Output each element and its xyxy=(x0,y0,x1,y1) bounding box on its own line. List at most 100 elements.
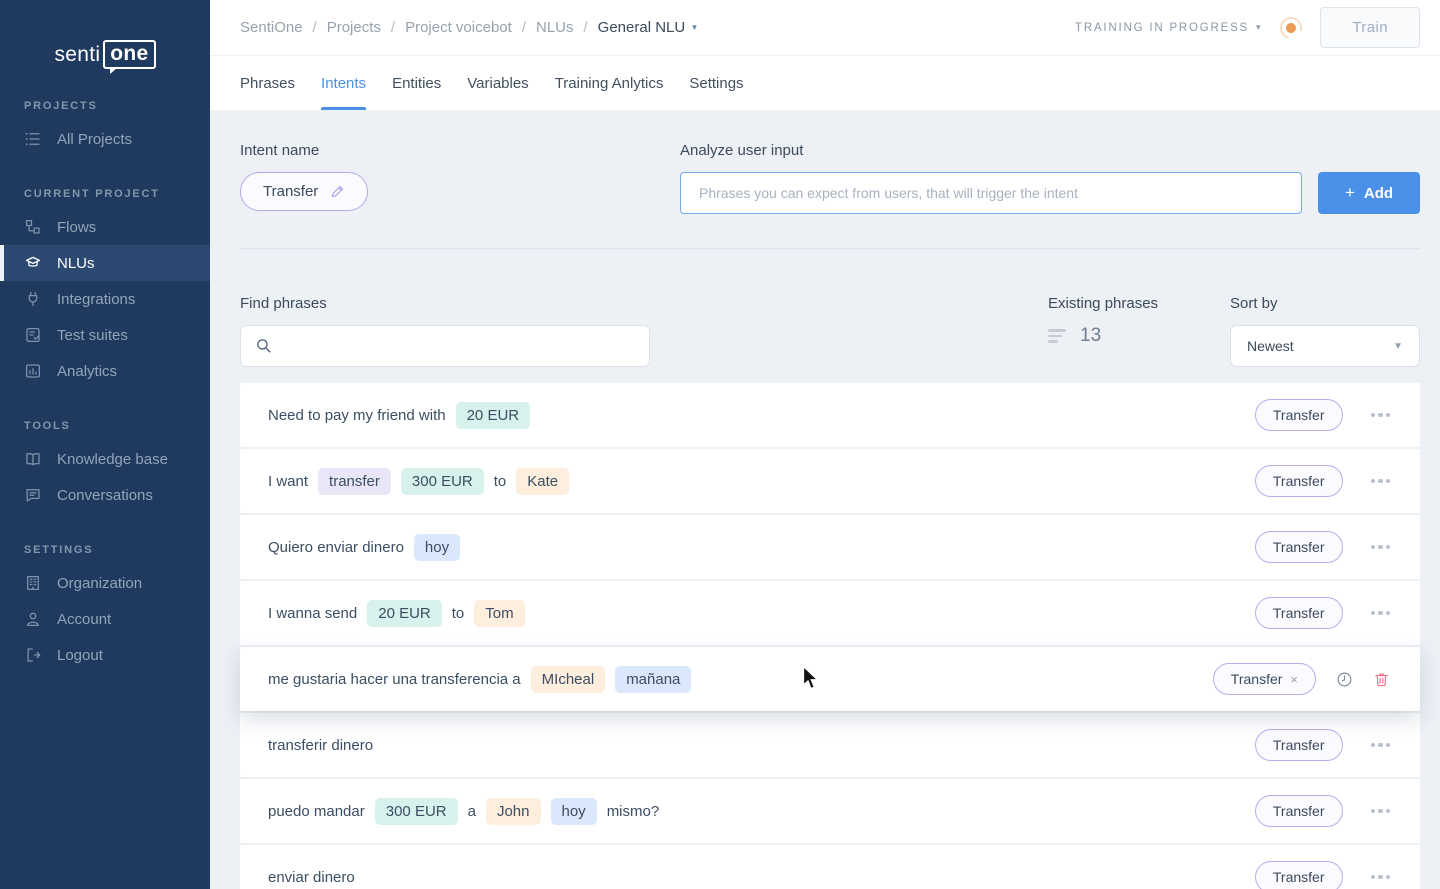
phrase-intent-tag[interactable]: Transfer xyxy=(1255,729,1343,761)
intent-name-pill[interactable]: Transfer xyxy=(240,172,368,211)
tab-entities[interactable]: Entities xyxy=(392,56,441,110)
sidebar-item-label: Analytics xyxy=(57,363,117,380)
phrase-segment: Need to pay my friend with xyxy=(268,407,446,424)
search-input[interactable] xyxy=(240,325,650,367)
pencil-icon[interactable] xyxy=(330,184,345,199)
section-divider xyxy=(240,248,1420,249)
phrase-row-actions: Transfer xyxy=(1255,729,1390,761)
find-phrases-block: Find phrases xyxy=(240,295,650,367)
breadcrumb-item[interactable]: Projects xyxy=(327,19,381,36)
chevron-down-icon: ▾ xyxy=(1256,22,1262,33)
phrase-intent-label: Transfer xyxy=(1273,473,1325,489)
list-icon xyxy=(24,130,42,148)
sidebar-item-flows[interactable]: Flows xyxy=(0,209,210,245)
phrase-segment: to xyxy=(452,605,465,622)
phrase-list: Need to pay my friend with 20 EUR Transfer… xyxy=(240,383,1420,889)
row-menu-dots-icon[interactable] xyxy=(1371,607,1391,620)
row-menu-dots-icon[interactable] xyxy=(1371,805,1391,818)
tab-training-anlytics[interactable]: Training Anlytics xyxy=(555,56,664,110)
breadcrumb-current-nlu-dropdown[interactable]: General NLU▾ xyxy=(598,19,697,36)
sort-by-block: Sort by Newest ▼ xyxy=(1230,295,1420,367)
analyze-input[interactable] xyxy=(680,172,1302,214)
existing-phrases-label: Existing phrases xyxy=(1048,295,1230,312)
add-phrase-button[interactable]: + Add xyxy=(1318,172,1420,214)
phrase-row: transferir dinero Transfer xyxy=(240,713,1420,777)
phrase-intent-tag[interactable]: Transfer xyxy=(1255,597,1343,629)
tab-settings[interactable]: Settings xyxy=(689,56,743,110)
phrase-row: Quiero enviar dinerohoyTransfer xyxy=(240,515,1420,579)
breadcrumb-separator: / xyxy=(584,19,588,36)
sidebar-item-logout[interactable]: Logout xyxy=(0,637,210,673)
training-status-dropdown[interactable]: TRAINING IN PROGRESS ▾ xyxy=(1075,22,1262,34)
tab-variables[interactable]: Variables xyxy=(467,56,528,110)
phrase-segment: transferir dinero xyxy=(268,737,373,754)
phrase-tag-action[interactable]: transfer xyxy=(318,468,391,495)
nav-section-label: CURRENT PROJECT xyxy=(24,188,210,200)
phrase-intent-tag[interactable]: Transfer xyxy=(1255,465,1343,497)
breadcrumb-item[interactable]: SentiOne xyxy=(240,19,303,36)
sidebar-item-label: Knowledge base xyxy=(57,451,168,468)
sidebar-item-organization[interactable]: Organization xyxy=(0,565,210,601)
row-menu-dots-icon[interactable] xyxy=(1371,475,1391,488)
sidebar-item-analytics[interactable]: Analytics xyxy=(0,353,210,389)
phrase-intent-label: Transfer xyxy=(1273,539,1325,555)
phrase-intent-tag[interactable]: Transfer xyxy=(1255,399,1343,431)
intent-form-row: Intent name Transfer Analyze user input … xyxy=(240,142,1420,214)
phrase-text: Need to pay my friend with 20 EUR xyxy=(268,402,530,429)
phrase-tag-amount[interactable]: 20 EUR xyxy=(456,402,531,429)
phrase-tag-person[interactable]: Tom xyxy=(474,600,524,627)
sidebar-item-knowledge-base[interactable]: Knowledge base xyxy=(0,441,210,477)
phrase-tag-date[interactable]: hoy xyxy=(414,534,460,561)
nav-section-label: SETTINGS xyxy=(24,544,210,556)
sidebar-item-all-projects[interactable]: All Projects xyxy=(0,121,210,157)
breadcrumb-item[interactable]: NLUs xyxy=(536,19,574,36)
history-clock-icon[interactable] xyxy=(1336,671,1353,688)
phrase-list-icon xyxy=(1048,329,1066,343)
breadcrumb: SentiOne/Projects/Project voicebot/NLUs/… xyxy=(240,19,697,36)
intent-name-block: Intent name Transfer xyxy=(240,142,680,214)
phrase-tag-amount[interactable]: 300 EUR xyxy=(375,798,458,825)
phrase-intent-tag[interactable]: Transfer xyxy=(1255,861,1343,889)
sidebar-item-label: Organization xyxy=(57,575,142,592)
phrase-intent-tag[interactable]: Transfer xyxy=(1255,531,1343,563)
tabs-bar: Phrases Intents Entities Variables Training … xyxy=(210,56,1440,110)
remove-intent-icon[interactable]: × xyxy=(1290,672,1298,687)
phrase-intent-tag[interactable]: Transfer × xyxy=(1213,663,1316,695)
delete-trash-icon[interactable] xyxy=(1373,671,1390,688)
phrase-intent-label: Transfer xyxy=(1273,737,1325,753)
phrase-intent-tag[interactable]: Transfer xyxy=(1255,795,1343,827)
phrase-tag-date[interactable]: mañana xyxy=(615,666,691,693)
phrase-tag-person[interactable]: John xyxy=(486,798,541,825)
phrase-segment: I wanna send xyxy=(268,605,357,622)
phrase-tag-amount[interactable]: 20 EUR xyxy=(367,600,442,627)
breadcrumb-item[interactable]: Project voicebot xyxy=(405,19,512,36)
sidebar-item-conversations[interactable]: Conversations xyxy=(0,477,210,513)
phrase-text: enviar dinero xyxy=(268,869,355,886)
phrase-text: I wanttransfer300 EURtoKate xyxy=(268,468,569,495)
row-menu-dots-icon[interactable] xyxy=(1371,871,1391,884)
phrase-intent-label: Transfer xyxy=(1273,803,1325,819)
sidebar-item-test-suites[interactable]: Test suites xyxy=(0,317,210,353)
sidebar-nav: PROJECTS All Projects CURRENT PROJECT Flows… xyxy=(0,100,210,673)
row-menu-dots-icon[interactable] xyxy=(1371,541,1391,554)
phrase-tag-person[interactable]: Kate xyxy=(516,468,569,495)
row-menu-dots-icon[interactable] xyxy=(1371,739,1391,752)
phrase-row-actions: Transfer xyxy=(1255,465,1390,497)
sort-dropdown[interactable]: Newest ▼ xyxy=(1230,325,1420,367)
sidebar-item-account[interactable]: Account xyxy=(0,601,210,637)
phrase-text: I wanna send 20 EUR to Tom xyxy=(268,600,525,627)
phrase-tag-person[interactable]: MIcheal xyxy=(531,666,606,693)
phrase-intent-label: Transfer xyxy=(1231,671,1283,687)
nav-section-label: PROJECTS xyxy=(24,100,210,112)
sidebar-item-nlus[interactable]: NLUs xyxy=(0,245,210,281)
phrase-tag-amount[interactable]: 300 EUR xyxy=(401,468,484,495)
tab-intents[interactable]: Intents xyxy=(321,56,366,110)
sidebar-item-label: NLUs xyxy=(57,255,95,272)
analyze-label: Analyze user input xyxy=(680,142,1420,159)
sidebar-item-integrations[interactable]: Integrations xyxy=(0,281,210,317)
train-button[interactable]: Train xyxy=(1320,7,1420,48)
phrase-tag-date[interactable]: hoy xyxy=(551,798,597,825)
row-menu-dots-icon[interactable] xyxy=(1371,409,1391,422)
tab-phrases[interactable]: Phrases xyxy=(240,56,295,110)
phrase-segment: I want xyxy=(268,473,308,490)
